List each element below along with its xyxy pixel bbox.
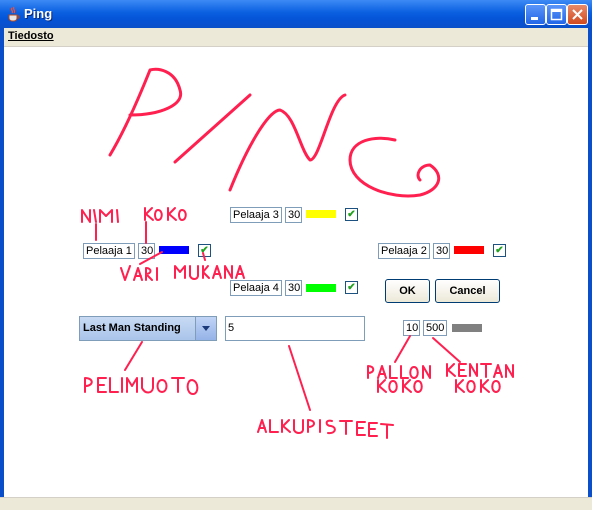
player2-enabled-checkbox[interactable]: ✔	[493, 244, 506, 257]
player3-name-field[interactable]: Pelaaja 3	[230, 207, 282, 223]
chevron-down-icon	[202, 326, 210, 331]
cancel-button[interactable]: Cancel	[435, 279, 500, 303]
player1-color-swatch[interactable]	[159, 246, 189, 254]
menu-file[interactable]: Tiedosto	[8, 30, 54, 42]
player2-color-swatch[interactable]	[454, 246, 484, 254]
field-size-field[interactable]: 500	[423, 320, 447, 336]
close-button[interactable]	[567, 4, 588, 25]
combo-arrow-button[interactable]	[195, 317, 216, 340]
player2-size-field[interactable]: 30	[433, 243, 450, 259]
content-panel	[4, 47, 588, 497]
java-cup-icon	[8, 6, 20, 22]
player4-name-field[interactable]: Pelaaja 4	[230, 280, 282, 296]
player4-color-swatch[interactable]	[306, 284, 336, 292]
player2-name-field[interactable]: Pelaaja 2	[378, 243, 430, 259]
field-color-swatch[interactable]	[452, 324, 482, 332]
bottom-border	[0, 497, 592, 510]
window-title: Ping	[24, 6, 53, 21]
menu-bar: Tiedosto	[0, 28, 592, 47]
right-border	[588, 28, 592, 509]
ball-size-field[interactable]: 10	[403, 320, 420, 336]
player3-enabled-checkbox[interactable]: ✔	[345, 208, 358, 221]
close-icon	[572, 9, 583, 20]
ok-button[interactable]: OK	[385, 279, 430, 303]
player1-name-field[interactable]: Pelaaja 1	[83, 243, 135, 259]
player3-color-swatch[interactable]	[306, 210, 336, 218]
player3-size-field[interactable]: 30	[285, 207, 302, 223]
player4-enabled-checkbox[interactable]: ✔	[345, 281, 358, 294]
maximize-button[interactable]	[546, 4, 567, 25]
player1-enabled-checkbox[interactable]: ✔	[198, 244, 211, 257]
ping-window: Ping Tiedosto Pelaaja 3 30 ✔ Pelaaja 1 3…	[0, 0, 592, 510]
game-mode-value: Last Man Standing	[83, 322, 181, 334]
minimize-button[interactable]	[525, 4, 546, 25]
game-mode-select[interactable]: Last Man Standing	[79, 316, 217, 341]
minimize-icon	[531, 17, 538, 20]
start-points-field[interactable]: 5	[225, 316, 365, 341]
player1-size-field[interactable]: 30	[138, 243, 155, 259]
player4-size-field[interactable]: 30	[285, 280, 302, 296]
maximize-icon	[550, 8, 563, 21]
title-bar[interactable]: Ping	[0, 0, 592, 28]
